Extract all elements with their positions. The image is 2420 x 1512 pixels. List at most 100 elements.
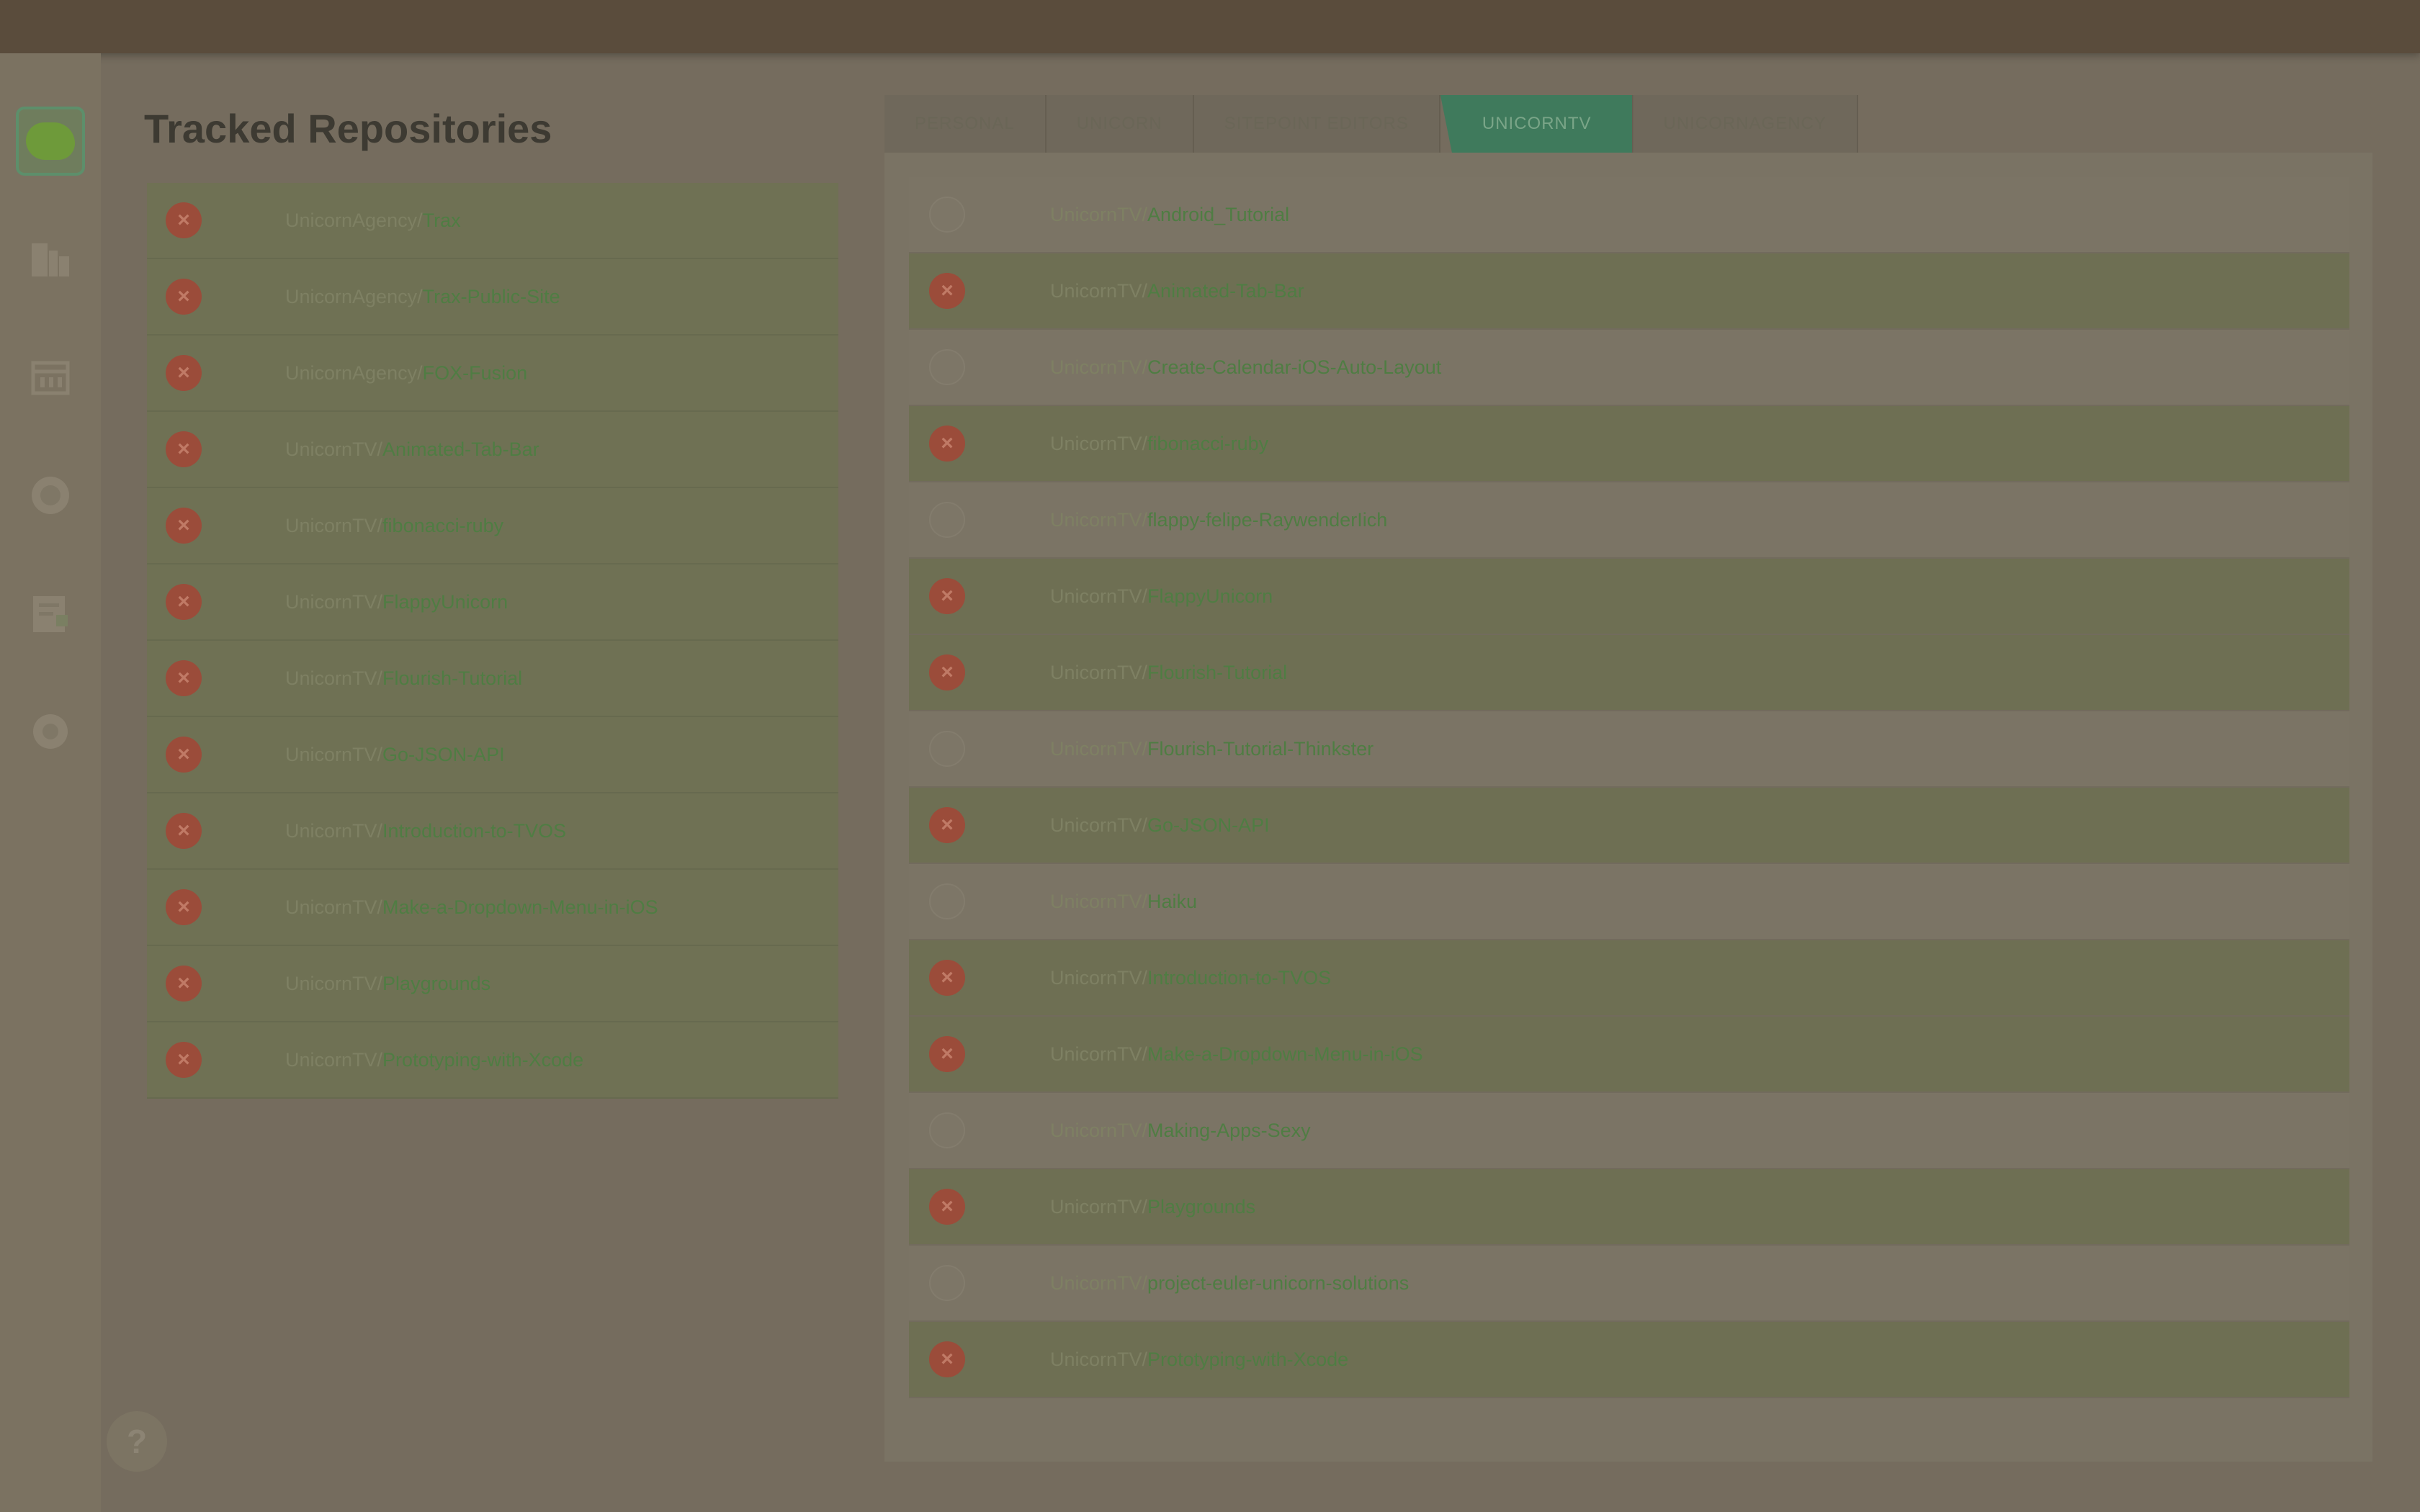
- tracked-row: × UnicornTV/Go-JSON-API: [147, 717, 838, 793]
- close-circle-icon[interactable]: ×: [929, 426, 965, 462]
- repo-path[interactable]: UnicornTV/Haiku: [1050, 891, 1197, 913]
- page-title: Tracked Repositories: [144, 106, 552, 151]
- repo-path[interactable]: UnicornTV/Flourish-Tutorial-Thinkster: [1050, 738, 1373, 760]
- repo-owner: UnicornTV/: [285, 514, 383, 536]
- close-circle-icon[interactable]: ×: [929, 654, 965, 690]
- close-circle-icon[interactable]: ×: [929, 1189, 965, 1225]
- close-circle-icon[interactable]: ×: [166, 431, 202, 467]
- tab-sitepoint-editors[interactable]: SITEPOINT EDITORS: [1193, 95, 1440, 153]
- repo-path[interactable]: UnicornTV/Make-a-Dropdown-Menu-in-iOS: [285, 896, 658, 919]
- tab-unicorntv[interactable]: UNICORNTV: [1440, 95, 1634, 153]
- repo-path[interactable]: UnicornTV/Go-JSON-API: [1050, 814, 1270, 837]
- repo-name: Animated-Tab-Bar: [382, 438, 539, 460]
- repo-name: Make-a-Dropdown-Menu-in-iOS: [382, 896, 658, 918]
- close-circle-icon[interactable]: ×: [929, 807, 965, 843]
- repo-name: Flourish-Tutorial: [382, 667, 523, 689]
- repo-path[interactable]: UnicornTV/Prototyping-with-Xcode: [1050, 1349, 1348, 1371]
- repository-list: UnicornTV/Android_Tutorial × UnicornTV/Ani…: [909, 177, 2349, 1398]
- repo-name: Flourish-Tutorial-Thinkster: [1147, 737, 1374, 760]
- close-circle-icon[interactable]: ×: [929, 578, 965, 614]
- repo-path[interactable]: UnicornAgency/Trax: [285, 210, 461, 232]
- add-circle-icon[interactable]: [929, 1265, 965, 1301]
- repo-path[interactable]: UnicornTV/Playgrounds: [1050, 1196, 1255, 1218]
- calendar-icon[interactable]: [16, 343, 85, 412]
- repo-owner: UnicornTV/: [285, 896, 383, 918]
- tracked-repositories-list: × UnicornAgency/Trax × UnicornAgency/Trax-P…: [147, 183, 838, 1099]
- add-circle-icon[interactable]: [929, 349, 965, 385]
- repo-row: × UnicornTV/Prototyping-with-Xcode: [909, 1322, 2349, 1398]
- settings-icon[interactable]: [16, 697, 85, 766]
- add-circle-icon[interactable]: [929, 197, 965, 233]
- repo-row: UnicornTV/flappy-felipe-RaywenderIich: [909, 482, 2349, 559]
- close-circle-icon[interactable]: ×: [166, 813, 202, 849]
- globe-icon[interactable]: [16, 461, 85, 530]
- repo-path[interactable]: UnicornTV/Introduction-to-TVOS: [1050, 967, 1331, 989]
- repo-path[interactable]: UnicornTV/Make-a-Dropdown-Menu-in-iOS: [1050, 1043, 1423, 1066]
- repo-path[interactable]: UnicornTV/Flourish-Tutorial: [1050, 662, 1287, 684]
- repo-path[interactable]: UnicornTV/Android_Tutorial: [1050, 204, 1289, 226]
- close-circle-icon[interactable]: ×: [166, 355, 202, 391]
- close-circle-icon[interactable]: ×: [166, 889, 202, 925]
- close-circle-icon[interactable]: ×: [166, 279, 202, 315]
- repo-owner: UnicornTV/: [1050, 508, 1148, 531]
- repo-path[interactable]: UnicornTV/Making-Apps-Sexy: [1050, 1120, 1311, 1142]
- repo-path[interactable]: UnicornTV/Prototyping-with-Xcode: [285, 1049, 583, 1071]
- repo-path[interactable]: UnicornAgency/FOX-Fusion: [285, 362, 527, 384]
- repo-path[interactable]: UnicornTV/Go-JSON-API: [285, 744, 505, 766]
- tracked-row: × UnicornAgency/Trax-Public-Site: [147, 259, 838, 336]
- repo-row: × UnicornTV/fibonacci-ruby: [909, 406, 2349, 482]
- tracked-row: × UnicornTV/Animated-Tab-Bar: [147, 412, 838, 488]
- tab-unicornagency[interactable]: UNICORNAGENCY: [1633, 95, 1858, 153]
- close-circle-icon[interactable]: ×: [929, 1341, 965, 1377]
- repo-name: Go-JSON-API: [382, 743, 505, 765]
- add-circle-icon[interactable]: [929, 502, 965, 538]
- repo-path[interactable]: UnicornTV/Playgrounds: [285, 973, 490, 995]
- repo-path[interactable]: UnicornTV/Animated-Tab-Bar: [285, 438, 539, 461]
- repo-path[interactable]: UnicornTV/FlappyUnicorn: [1050, 585, 1273, 608]
- close-circle-icon[interactable]: ×: [166, 508, 202, 544]
- close-circle-icon[interactable]: ×: [166, 737, 202, 773]
- repo-path[interactable]: UnicornTV/flappy-felipe-RaywenderIich: [1050, 509, 1387, 531]
- repo-owner: UnicornTV/: [1050, 1348, 1148, 1370]
- add-circle-icon[interactable]: [929, 731, 965, 767]
- notes-icon[interactable]: [16, 579, 85, 648]
- repo-row: × UnicornTV/Introduction-to-TVOS: [909, 940, 2349, 1017]
- repo-name: Go-JSON-API: [1147, 814, 1270, 836]
- repo-path[interactable]: UnicornTV/fibonacci-ruby: [1050, 433, 1268, 455]
- repo-path[interactable]: UnicornTV/fibonacci-ruby: [285, 515, 503, 537]
- title-bar: [0, 0, 2420, 53]
- repo-path[interactable]: UnicornAgency/Trax-Public-Site: [285, 286, 560, 308]
- close-circle-icon[interactable]: ×: [929, 1036, 965, 1072]
- repositories-icon[interactable]: [16, 225, 85, 294]
- tab-personal[interactable]: PERSONAL: [884, 95, 1047, 153]
- repo-name: FlappyUnicorn: [382, 590, 508, 613]
- close-circle-icon[interactable]: ×: [166, 660, 202, 696]
- close-circle-icon[interactable]: ×: [929, 960, 965, 996]
- repo-owner: UnicornTV/: [1050, 1272, 1148, 1294]
- close-circle-icon[interactable]: ×: [166, 1042, 202, 1078]
- close-circle-icon[interactable]: ×: [166, 202, 202, 238]
- repo-path[interactable]: UnicornTV/Animated-Tab-Bar: [1050, 280, 1304, 302]
- repo-path[interactable]: UnicornTV/Introduction-to-TVOS: [285, 820, 566, 842]
- repo-name: FlappyUnicorn: [1147, 585, 1273, 607]
- help-button[interactable]: ?: [107, 1411, 167, 1472]
- close-circle-icon[interactable]: ×: [166, 584, 202, 620]
- repo-row: × UnicornTV/Flourish-Tutorial: [909, 635, 2349, 711]
- repo-row: × UnicornTV/Make-a-Dropdown-Menu-in-iOS: [909, 1017, 2349, 1093]
- logo-icon[interactable]: [16, 107, 85, 176]
- repo-row: UnicornTV/Haiku: [909, 864, 2349, 940]
- tab-unicorn[interactable]: UNICORN: [1046, 95, 1194, 153]
- close-circle-icon[interactable]: ×: [166, 966, 202, 1002]
- repo-row: × UnicornTV/Playgrounds: [909, 1169, 2349, 1246]
- repo-owner: UnicornTV/: [285, 743, 383, 765]
- repo-path[interactable]: UnicornTV/project-euler-unicorn-solution…: [1050, 1272, 1409, 1295]
- repo-row: × UnicornTV/Go-JSON-API: [909, 788, 2349, 864]
- repo-path[interactable]: UnicornTV/Flourish-Tutorial: [285, 667, 522, 690]
- add-circle-icon[interactable]: [929, 1112, 965, 1148]
- repo-owner: UnicornTV/: [1050, 737, 1148, 760]
- repo-row: × UnicornTV/FlappyUnicorn: [909, 559, 2349, 635]
- repo-path[interactable]: UnicornTV/FlappyUnicorn: [285, 591, 508, 613]
- add-circle-icon[interactable]: [929, 883, 965, 919]
- repo-path[interactable]: UnicornTV/Create-Calendar-iOS-Auto-Layou…: [1050, 356, 1441, 379]
- close-circle-icon[interactable]: ×: [929, 273, 965, 309]
